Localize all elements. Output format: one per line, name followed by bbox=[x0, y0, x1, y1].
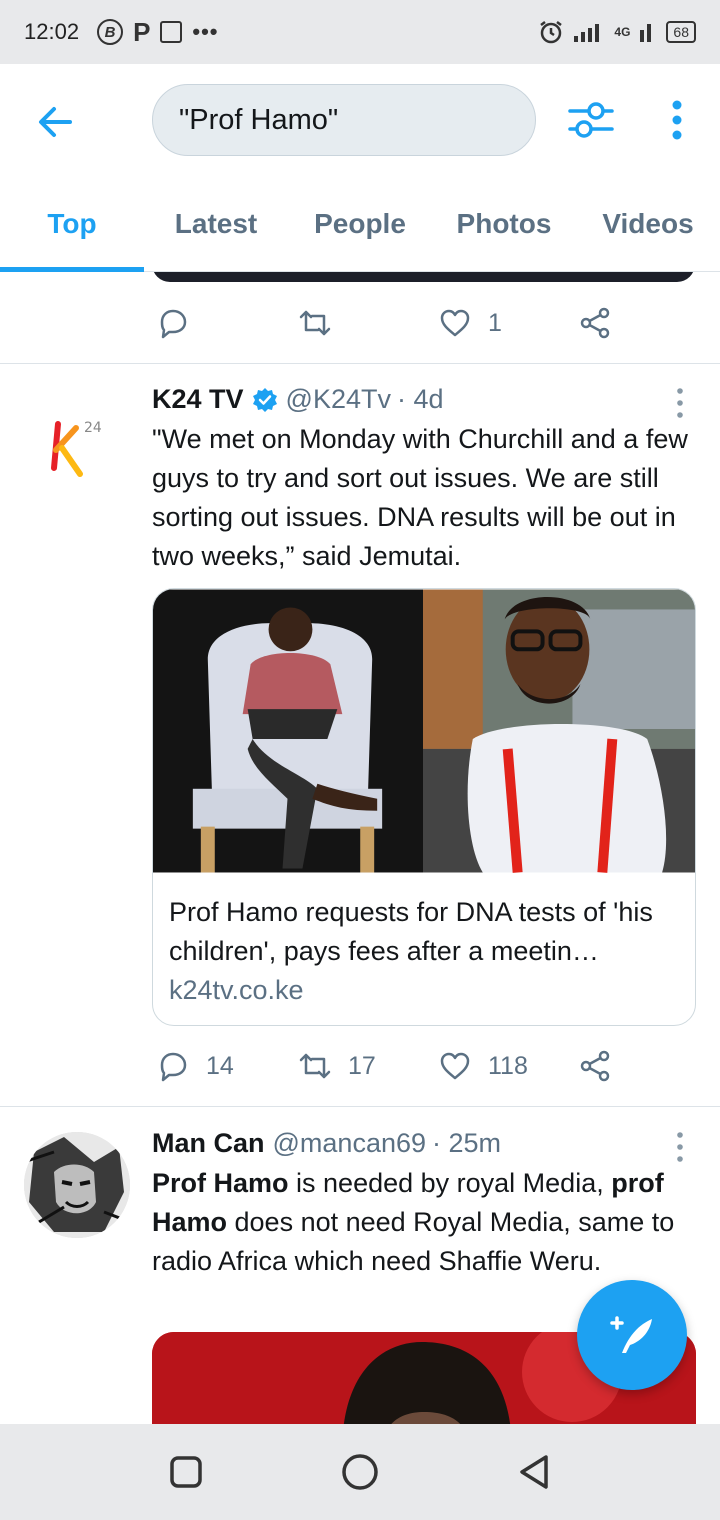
p-icon: P bbox=[133, 16, 151, 47]
user-name[interactable]: Man Can bbox=[152, 1128, 265, 1159]
k24-logo-icon: 24 bbox=[51, 420, 102, 477]
system-nav-bar bbox=[0, 1424, 720, 1520]
like-button[interactable]: 1 bbox=[438, 306, 502, 340]
avatar[interactable]: 24 bbox=[24, 396, 130, 502]
tab-latest[interactable]: Latest bbox=[144, 176, 288, 272]
search-query: "Prof Hamo" bbox=[179, 103, 339, 136]
like-count: 118 bbox=[488, 1051, 528, 1080]
feed[interactable]: 1 24 K24 TV @K24Tv · 4d "We met on Monda… bbox=[0, 272, 720, 1424]
avatar[interactable] bbox=[24, 1132, 130, 1238]
search-tabs: Top Latest People Photos Videos bbox=[0, 176, 720, 272]
news-icon bbox=[160, 21, 183, 43]
more-dots-icon: ••• bbox=[192, 19, 219, 44]
user-name[interactable]: K24 TV bbox=[152, 384, 244, 415]
card-photo-left bbox=[153, 589, 423, 873]
tab-people[interactable]: People bbox=[288, 176, 432, 272]
retweet-icon bbox=[299, 310, 331, 336]
tweet-divider bbox=[0, 363, 720, 364]
tab-photos[interactable]: Photos bbox=[432, 176, 576, 272]
tweet-menu-icon[interactable] bbox=[670, 386, 690, 420]
search-input[interactable]: "Prof Hamo" bbox=[152, 84, 536, 156]
home-icon[interactable] bbox=[340, 1452, 380, 1492]
compose-tweet-button[interactable] bbox=[577, 1280, 687, 1390]
tweet-header: Man Can @mancan69 · 25m bbox=[152, 1128, 501, 1159]
user-handle: @K24Tv bbox=[285, 384, 391, 414]
network-type: 4G bbox=[614, 25, 631, 39]
tweet-time: · 25m bbox=[432, 1128, 502, 1158]
heart-icon bbox=[440, 1052, 470, 1080]
compose-feather-icon bbox=[610, 1316, 652, 1353]
filter-icon[interactable] bbox=[566, 98, 616, 142]
status-right: 4G 68 bbox=[538, 19, 696, 45]
signal-icon bbox=[574, 24, 600, 42]
alarm-icon bbox=[540, 21, 563, 44]
reply-count: 14 bbox=[206, 1051, 234, 1080]
tweet-header: K24 TV @K24Tv · 4d bbox=[152, 384, 444, 415]
card-title: Prof Hamo requests for DNA tests of 'his… bbox=[169, 897, 653, 966]
heart-icon bbox=[440, 309, 470, 337]
retweet-icon bbox=[299, 1053, 331, 1079]
card-domain: k24tv.co.ke bbox=[169, 975, 304, 1005]
retweet-button[interactable] bbox=[298, 306, 332, 340]
tweet-divider bbox=[0, 1106, 720, 1107]
tab-videos[interactable]: Videos bbox=[576, 176, 720, 272]
retweet-button[interactable]: 17 bbox=[298, 1049, 376, 1083]
tab-top[interactable]: Top bbox=[0, 176, 144, 272]
user-handle: @mancan69 bbox=[272, 1128, 427, 1158]
like-count: 1 bbox=[488, 308, 502, 337]
tweet-menu-icon[interactable] bbox=[670, 1130, 690, 1164]
tweet-text: Prof Hamo is needed by royal Media, prof… bbox=[152, 1164, 697, 1281]
back-icon[interactable] bbox=[514, 1452, 554, 1492]
back-arrow-icon[interactable] bbox=[34, 100, 78, 144]
verified-badge-icon bbox=[252, 387, 277, 412]
tweet-text: "We met on Monday with Churchill and a f… bbox=[152, 424, 688, 571]
like-button[interactable]: 118 bbox=[438, 1049, 528, 1083]
card-photo-right bbox=[423, 589, 695, 873]
search-highlight: Prof Hamo bbox=[152, 1168, 289, 1198]
share-button[interactable] bbox=[578, 306, 612, 340]
recents-icon[interactable] bbox=[166, 1452, 206, 1492]
more-vert-icon[interactable] bbox=[662, 98, 692, 142]
battery-icon: 68 bbox=[666, 21, 696, 43]
card-image bbox=[153, 589, 695, 873]
card-body: Prof Hamo requests for DNA tests of 'his… bbox=[153, 873, 695, 1025]
tweet-text-part: does not need Royal Media, same to radio… bbox=[152, 1207, 675, 1276]
tweet-time: · 4d bbox=[397, 384, 444, 414]
link-card[interactable]: Prof Hamo requests for DNA tests of 'his… bbox=[152, 588, 696, 1026]
reply-icon bbox=[160, 1052, 187, 1082]
previous-tweet-media[interactable] bbox=[152, 272, 695, 282]
share-icon bbox=[580, 307, 610, 339]
avatar-image bbox=[24, 1132, 130, 1238]
signal-icon-2 bbox=[640, 24, 652, 42]
search-header: "Prof Hamo" bbox=[0, 64, 720, 176]
tweet-text-part: is needed by royal Media, bbox=[288, 1168, 612, 1198]
reply-icon bbox=[160, 309, 187, 339]
status-time: 12:02 bbox=[24, 19, 80, 44]
reply-button[interactable] bbox=[156, 306, 190, 340]
reply-button[interactable]: 14 bbox=[156, 1049, 234, 1083]
svg-text:24: 24 bbox=[84, 420, 102, 436]
retweet-count: 17 bbox=[348, 1051, 376, 1080]
share-icon bbox=[580, 1050, 610, 1082]
b-circle-icon: B bbox=[97, 19, 124, 45]
share-button[interactable] bbox=[578, 1049, 612, 1083]
status-bar: 12:02 B P ••• 4G 68 bbox=[0, 0, 720, 64]
